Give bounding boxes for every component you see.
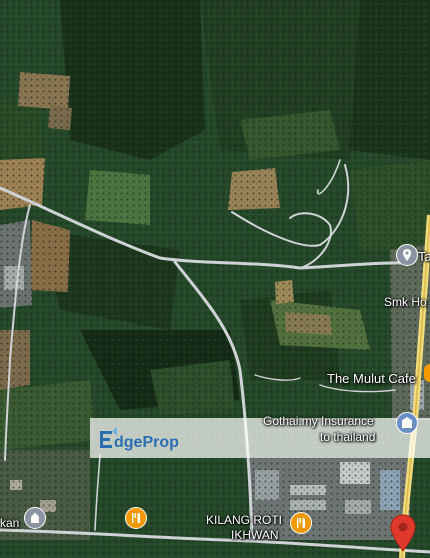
edgeprop-watermark-logo: dgeProp — [98, 427, 190, 451]
place-label-gothai-line1[interactable]: Gothai.my Insurance — [263, 414, 374, 428]
mosque-pin-icon[interactable] — [24, 507, 46, 529]
place-label-kan[interactable]: kan — [0, 516, 19, 530]
map-view[interactable]: dgeProp Ta Smk Ho The Mulut Cafe Gothai.… — [0, 0, 430, 558]
satellite-imagery — [0, 0, 430, 558]
selected-location-marker-icon[interactable] — [390, 514, 416, 552]
partial-cafe-pin-icon[interactable] — [424, 364, 430, 382]
place-label-smk[interactable]: Smk Ho — [384, 295, 427, 309]
bakery-pin-icon[interactable] — [290, 512, 312, 534]
place-label-ta[interactable]: Ta — [418, 249, 430, 264]
place-label-kilang-line2[interactable]: IKHWAN — [231, 528, 279, 542]
place-label-mulut-cafe[interactable]: The Mulut Cafe — [327, 371, 416, 386]
svg-text:dgeProp: dgeProp — [114, 434, 179, 451]
place-label-gothai-line2[interactable]: to thailand — [320, 430, 375, 444]
poi-location-pin-icon[interactable] — [396, 244, 418, 266]
place-label-kilang-line1[interactable]: KILANG ROTI — [206, 513, 282, 527]
restaurant-pin-icon[interactable] — [125, 507, 147, 529]
poi-insurance-pin-icon[interactable] — [396, 412, 418, 434]
